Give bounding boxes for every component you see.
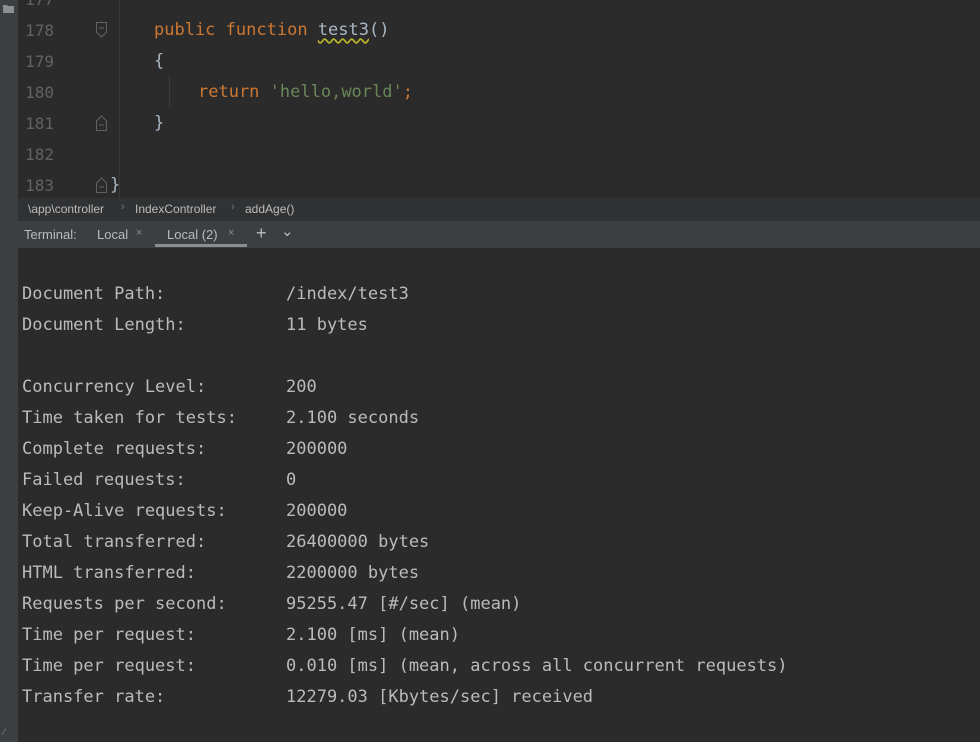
fold-icon[interactable] (96, 115, 107, 131)
close-icon[interactable]: × (136, 227, 142, 239)
output-value: 95255.47 [#/sec] (mean) (286, 594, 522, 614)
output-key: Failed requests: (22, 470, 186, 490)
output-value: 0.010 [ms] (mean, across all concurrent … (286, 656, 788, 676)
output-key: Time per request: (22, 625, 196, 645)
breadcrumb-item-namespace[interactable]: \app\controller (28, 202, 104, 216)
output-value: 12279.03 [Kbytes/sec] received (286, 687, 594, 707)
chevron-down-icon[interactable]: ⌄ (281, 222, 294, 240)
output-value: 200 (286, 377, 317, 397)
code-line: 183 } (18, 170, 980, 198)
output-value: /index/test3 (286, 284, 409, 304)
output-value: 11 bytes (286, 315, 368, 335)
parens: () (369, 20, 390, 40)
breadcrumb-separator: › (121, 201, 125, 213)
breadcrumb-item-method[interactable]: addAge() (245, 202, 294, 216)
output-key: HTML transferred: (22, 563, 196, 583)
terminal-tab-bar: Terminal: Local × Local (2) × + ⌄ (18, 221, 980, 249)
code-editor[interactable]: 177 178 public function test3() 179 { 18… (18, 0, 980, 198)
output-value: 2200000 bytes (286, 563, 420, 583)
line-number: 181 (25, 114, 54, 133)
output-key: Complete requests: (22, 439, 207, 459)
keyword: public (154, 20, 216, 40)
code-line: 179 { (18, 46, 980, 77)
terminal-output[interactable]: Document Path: /index/test3 Document Leng… (18, 248, 980, 742)
line-number: 179 (25, 52, 54, 71)
function-name: test3 (317, 20, 369, 40)
code-text: return 'hello,world'; (198, 77, 413, 108)
output-value: 2.100 seconds (286, 408, 420, 428)
output-key: Time taken for tests: (22, 408, 237, 428)
output-key: Concurrency Level: (22, 377, 207, 397)
fold-icon[interactable] (96, 22, 107, 38)
output-key: Requests per second: (22, 594, 227, 614)
folder-icon[interactable] (3, 4, 14, 13)
tab-local[interactable]: Local (97, 227, 128, 242)
active-tab-indicator (155, 244, 247, 247)
output-key: Document Length: (22, 315, 186, 335)
left-tool-strip: ⁄ (0, 0, 19, 742)
code-line: 180 return 'hello,world'; (18, 77, 980, 108)
code-line: 178 public function test3() (18, 15, 980, 46)
output-key: Keep-Alive requests: (22, 501, 227, 521)
add-tab-icon[interactable]: + (256, 223, 267, 244)
semicolon: ; (402, 82, 413, 102)
code-text: { (154, 51, 165, 71)
output-value: 26400000 bytes (286, 532, 430, 552)
code-line: 182 (18, 139, 980, 170)
output-key: Transfer rate: (22, 687, 166, 707)
breadcrumb-separator: › (231, 201, 235, 213)
code-text: public function test3() (154, 15, 389, 46)
output-key: Total transferred: (22, 532, 207, 552)
close-icon[interactable]: × (228, 227, 234, 239)
line-number: 180 (25, 83, 54, 102)
output-value: 2.100 [ms] (mean) (286, 625, 460, 645)
tab-local-2[interactable]: Local (2) (167, 227, 218, 242)
line-number: 182 (25, 145, 54, 164)
keyword: return (198, 82, 260, 102)
line-number: 177 (18, 0, 54, 15)
fold-icon[interactable] (96, 177, 107, 193)
line-number: 178 (25, 21, 54, 40)
strip-marker-icon: ⁄ (3, 728, 5, 738)
code-line: 177 (18, 0, 980, 15)
line-number: 183 (25, 176, 54, 195)
code-line: 181 } (18, 108, 980, 139)
output-value: 200000 (286, 501, 348, 521)
output-key: Document Path: (22, 284, 166, 304)
code-text: } (110, 175, 121, 195)
output-value: 0 (286, 470, 297, 490)
string-literal: 'hello,world' (269, 82, 403, 102)
output-key: Time per request: (22, 656, 196, 676)
output-value: 200000 (286, 439, 348, 459)
terminal-label: Terminal: (24, 227, 77, 242)
code-text: } (154, 113, 165, 133)
breadcrumb: \app\controller › IndexController › addA… (18, 198, 980, 221)
breadcrumb-item-class[interactable]: IndexController (135, 202, 216, 216)
keyword: function (225, 20, 308, 40)
